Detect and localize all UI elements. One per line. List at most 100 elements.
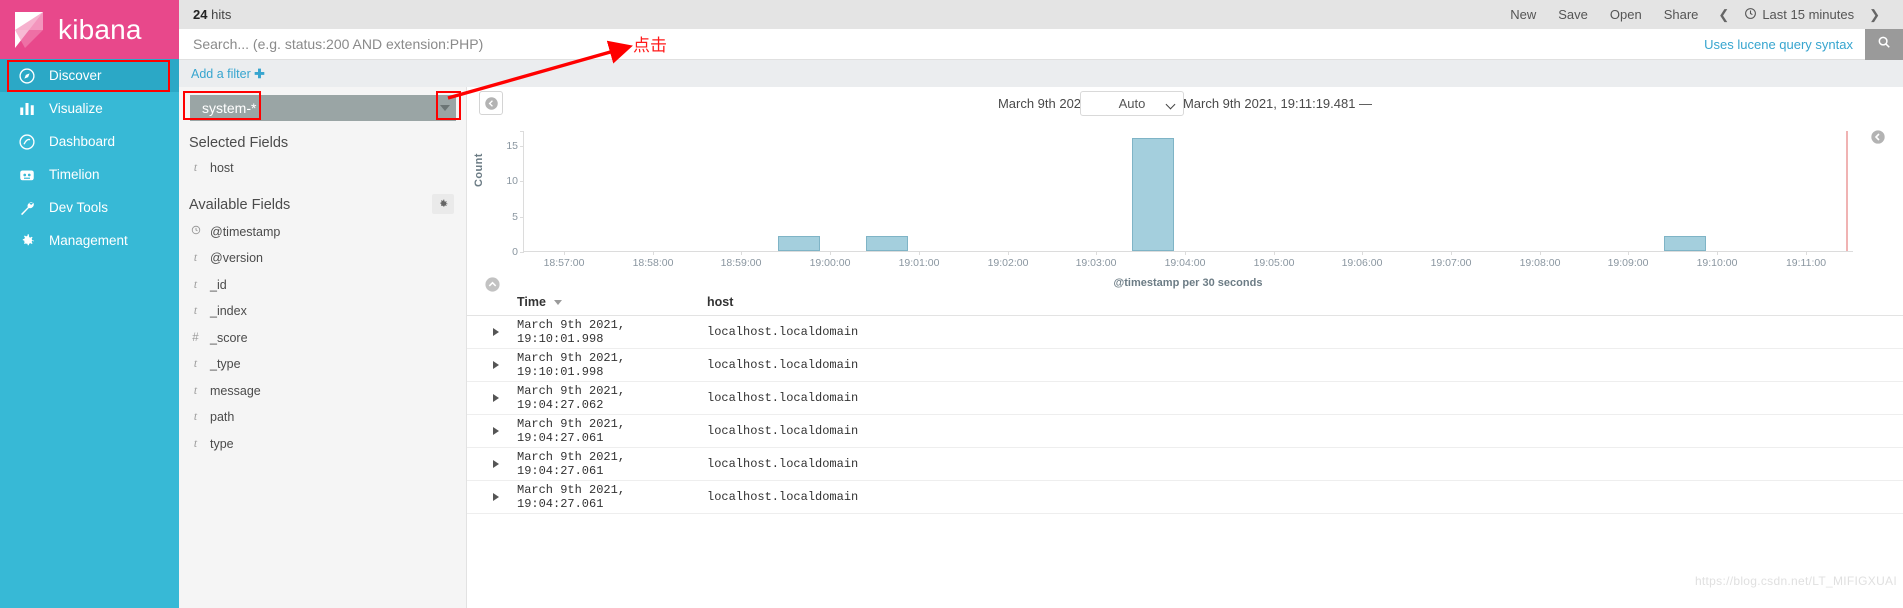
hits-count: 24 — [193, 7, 208, 22]
cell-host: localhost.localdomain — [707, 325, 859, 339]
chart-bar[interactable] — [1664, 236, 1706, 251]
column-header-host[interactable]: host — [707, 295, 1903, 309]
interval-select[interactable]: Auto — [1080, 91, 1184, 116]
x-tick-label: 19:11:00 — [1785, 257, 1827, 269]
sidebar-item-timelion[interactable]: Timelion — [0, 158, 179, 191]
table-row[interactable]: March 9th 2021, 19:10:01.998 localhost.l… — [467, 316, 1903, 349]
caret-right-icon — [493, 493, 499, 501]
y-tick-mark — [520, 216, 524, 218]
field-item-index[interactable]: t _index — [179, 298, 466, 325]
expand-row-button[interactable] — [467, 427, 517, 435]
caret-right-icon — [493, 427, 499, 435]
gear-icon[interactable] — [432, 193, 454, 214]
save-button[interactable]: Save — [1547, 7, 1599, 22]
x-tick-mark — [1185, 251, 1186, 255]
x-tick-mark — [564, 251, 565, 255]
x-tick-mark — [1096, 251, 1097, 255]
time-picker-button[interactable]: Last 15 minutes — [1738, 7, 1860, 23]
field-item-id[interactable]: t _id — [179, 272, 466, 299]
x-tick-mark — [1274, 251, 1275, 255]
field-item-version[interactable]: t @version — [179, 245, 466, 272]
x-tick-label: 18:57:00 — [543, 257, 585, 269]
chart-bar[interactable] — [866, 236, 908, 251]
sidebar-item-management[interactable]: Management — [0, 224, 179, 257]
x-tick-label: 19:04:00 — [1164, 257, 1206, 269]
cell-host: localhost.localdomain — [707, 391, 859, 405]
caret-down-icon[interactable] — [554, 300, 563, 306]
share-button[interactable]: Share — [1653, 7, 1710, 22]
search-input[interactable] — [179, 28, 1705, 60]
field-item-message[interactable]: t message — [179, 378, 466, 405]
filter-bar: Add a filter ✚ — [179, 60, 1903, 87]
main-content: March 9th 2021, 18:56:19.481 - March 9th… — [467, 87, 1903, 608]
table-row[interactable]: March 9th 2021, 19:04:27.061 localhost.l… — [467, 448, 1903, 481]
column-header-label: host — [707, 295, 734, 309]
sidebar-item-discover[interactable]: Discover — [0, 59, 179, 92]
open-button[interactable]: Open — [1599, 7, 1653, 22]
sidebar-item-visualize[interactable]: Visualize — [0, 92, 179, 125]
plus-icon: ✚ — [254, 67, 265, 81]
search-button[interactable] — [1865, 28, 1903, 60]
expand-row-button[interactable] — [467, 493, 517, 501]
expand-row-button[interactable] — [467, 361, 517, 369]
y-tick-mark — [520, 252, 524, 253]
cell-time: March 9th 2021, 19:10:01.998 — [517, 318, 626, 346]
table-row[interactable]: March 9th 2021, 19:04:27.061 localhost.l… — [467, 415, 1903, 448]
caret-down-icon[interactable] — [440, 105, 450, 111]
x-tick-label: 19:01:00 — [898, 257, 940, 269]
add-filter-button[interactable]: Add a filter ✚ — [191, 66, 265, 81]
x-tick-mark — [1806, 251, 1807, 255]
column-header-time[interactable]: Time — [517, 295, 707, 309]
x-tick-mark — [1451, 251, 1452, 255]
field-item-type[interactable]: t type — [179, 431, 466, 458]
sidebar-item-dev-tools[interactable]: Dev Tools — [0, 191, 179, 224]
field-type-string-icon: t — [193, 358, 198, 371]
y-tick-label: 10 — [506, 175, 518, 187]
hits-label: hits — [211, 7, 232, 22]
chevron-right-icon[interactable]: ❯ — [1860, 7, 1889, 23]
field-item-timestamp[interactable]: @timestamp — [179, 219, 466, 246]
field-name: message — [210, 383, 261, 398]
chevron-left-icon[interactable]: ❮ — [1709, 7, 1738, 23]
x-tick-label: 19:05:00 — [1253, 257, 1295, 269]
x-tick-label: 19:03:00 — [1075, 257, 1117, 269]
cell-time: March 9th 2021, 19:04:27.062 — [517, 384, 626, 412]
table-row[interactable]: March 9th 2021, 19:04:27.062 localhost.l… — [467, 382, 1903, 415]
x-tick-mark — [1362, 251, 1363, 255]
table-row[interactable]: March 9th 2021, 19:04:27.061 localhost.l… — [467, 481, 1903, 514]
chart-plot-area[interactable]: 0 5 10 15 18:57:00 18:58:00 18:59:00 19:… — [506, 131, 1853, 269]
new-button[interactable]: New — [1499, 7, 1547, 22]
field-item-host[interactable]: t host — [179, 155, 466, 182]
cell-host: localhost.localdomain — [707, 424, 859, 438]
field-item-path[interactable]: t path — [179, 404, 466, 431]
interval-value: Auto — [1118, 96, 1146, 111]
field-name: _index — [210, 304, 247, 319]
chart-bar[interactable] — [1132, 138, 1174, 251]
chart-header: March 9th 2021, 18:56:19.481 - March 9th… — [467, 87, 1903, 144]
field-type-string-icon: t — [193, 305, 198, 318]
expand-row-button[interactable] — [467, 394, 517, 402]
chevron-left-circle-icon[interactable] — [479, 91, 503, 115]
lucene-syntax-link[interactable]: Uses lucene query syntax — [1704, 37, 1865, 52]
index-pattern-selector[interactable]: system-* — [190, 95, 456, 121]
cell-host: localhost.localdomain — [707, 490, 859, 504]
chart-bar[interactable] — [778, 236, 820, 251]
table-header-row: Time host — [467, 289, 1903, 316]
y-tick-mark — [520, 181, 524, 182]
table-row[interactable]: March 9th 2021, 19:10:01.998 localhost.l… — [467, 349, 1903, 382]
brand-header: kibana — [0, 0, 179, 59]
field-name: host — [210, 161, 234, 176]
x-tick-mark — [1540, 251, 1541, 255]
index-pattern-label: system-* — [202, 100, 257, 116]
bar-chart-icon — [17, 99, 37, 119]
expand-row-button[interactable] — [467, 460, 517, 468]
field-item-type-meta[interactable]: t _type — [179, 351, 466, 378]
sidebar-item-dashboard[interactable]: Dashboard — [0, 125, 179, 158]
field-type-string-icon: t — [193, 162, 198, 175]
field-item-score[interactable]: # _score — [179, 325, 466, 352]
expand-row-button[interactable] — [467, 328, 517, 336]
sidebar-item-label: Dashboard — [49, 134, 116, 149]
field-type-string-icon: t — [193, 252, 198, 265]
x-tick-mark — [741, 251, 742, 255]
sidebar-item-label: Visualize — [49, 101, 103, 116]
